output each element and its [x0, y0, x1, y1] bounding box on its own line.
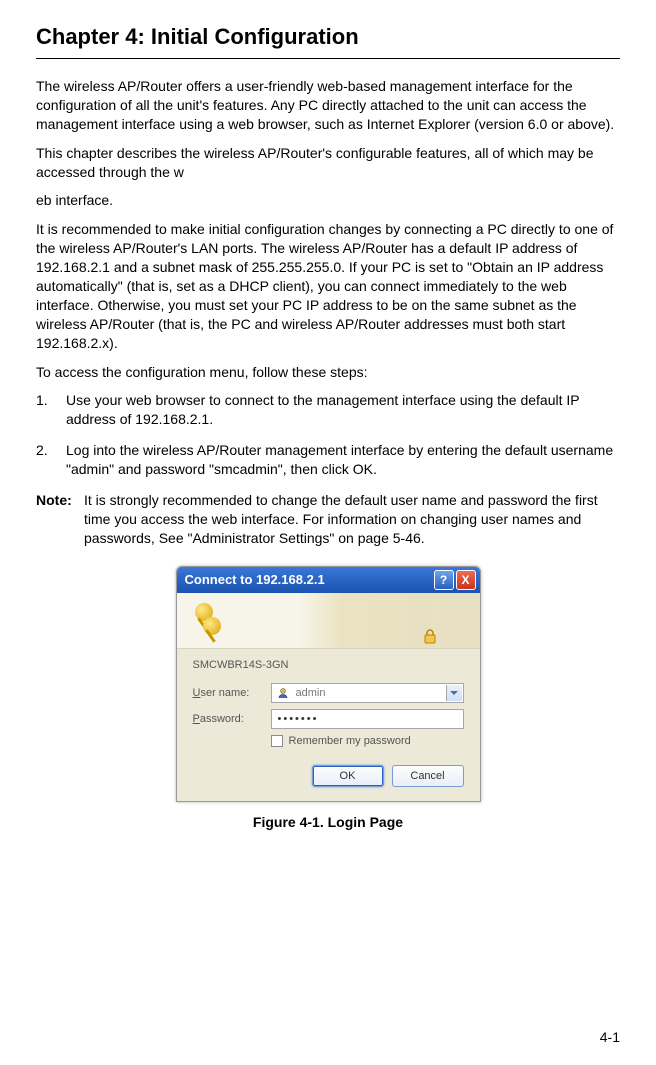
intro-paragraph-5: To access the configuration menu, follow… — [36, 363, 620, 382]
intro-paragraph-3: eb interface. — [36, 191, 620, 210]
intro-paragraph-1: The wireless AP/Router offers a user-fri… — [36, 77, 620, 134]
cancel-button[interactable]: Cancel — [392, 765, 464, 787]
step-text: Use your web browser to connect to the m… — [66, 391, 620, 429]
step-text: Log into the wireless AP/Router manageme… — [66, 441, 620, 479]
password-label: Password: — [193, 713, 271, 725]
help-button[interactable]: ? — [434, 570, 454, 590]
intro-paragraph-2: This chapter describes the wireless AP/R… — [36, 144, 620, 182]
dialog-banner — [177, 593, 480, 649]
step-1: 1. Use your web browser to connect to th… — [36, 391, 620, 429]
remember-password-checkbox[interactable]: Remember my password — [271, 735, 464, 747]
ok-button[interactable]: OK — [312, 765, 384, 787]
step-number: 2. — [36, 441, 66, 479]
chevron-down-icon[interactable] — [446, 685, 462, 701]
login-dialog: Connect to 192.168.2.1 ? X SMCWBR14S-3GN… — [176, 566, 481, 802]
username-input[interactable]: admin — [271, 683, 464, 703]
remember-label: Remember my password — [289, 735, 411, 747]
checkbox-icon[interactable] — [271, 735, 283, 747]
dialog-titlebar: Connect to 192.168.2.1 ? X — [177, 567, 480, 593]
lock-icon — [420, 626, 440, 646]
step-number: 1. — [36, 391, 66, 429]
password-input[interactable]: ••••••• — [271, 709, 464, 729]
chapter-title: Chapter 4: Initial Configuration — [36, 24, 620, 59]
close-button[interactable]: X — [456, 570, 476, 590]
note-text: It is strongly recommended to change the… — [84, 491, 620, 548]
note: Note: It is strongly recommended to chan… — [36, 491, 620, 548]
username-value: admin — [296, 687, 461, 699]
intro-paragraph-4: It is recommended to make initial config… — [36, 220, 620, 352]
dialog-title: Connect to 192.168.2.1 — [185, 572, 432, 587]
user-icon — [276, 686, 290, 700]
keys-icon — [187, 599, 229, 641]
page-number: 4-1 — [600, 1029, 620, 1045]
note-label: Note: — [36, 491, 84, 548]
realm-text: SMCWBR14S-3GN — [193, 659, 464, 671]
figure-caption: Figure 4-1. Login Page — [36, 814, 620, 830]
step-2: 2. Log into the wireless AP/Router manag… — [36, 441, 620, 479]
username-label: User name: — [193, 687, 271, 699]
